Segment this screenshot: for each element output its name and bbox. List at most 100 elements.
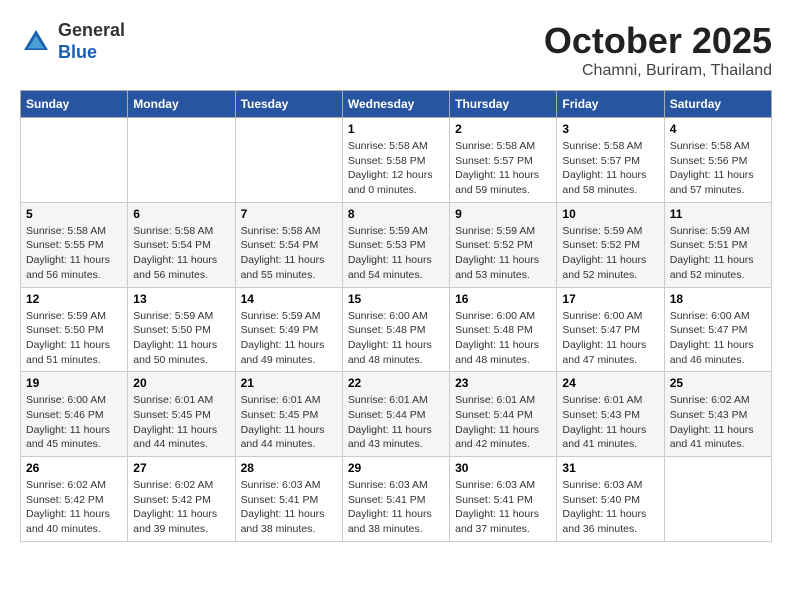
title-area: October 2025 Chamni, Buriram, Thailand	[544, 20, 772, 80]
day-number: 2	[455, 122, 551, 136]
day-info: Sunrise: 6:00 AM Sunset: 5:48 PM Dayligh…	[348, 309, 444, 368]
calendar-cell: 30 Sunrise: 6:03 AM Sunset: 5:41 PM Dayli…	[450, 457, 557, 542]
calendar-cell: 7 Sunrise: 5:58 AM Sunset: 5:54 PM Daylig…	[235, 202, 342, 287]
day-info: Sunrise: 5:58 AM Sunset: 5:57 PM Dayligh…	[562, 139, 658, 198]
day-number: 5	[26, 207, 122, 221]
day-info: Sunrise: 5:58 AM Sunset: 5:58 PM Dayligh…	[348, 139, 444, 198]
day-info: Sunrise: 5:59 AM Sunset: 5:52 PM Dayligh…	[455, 224, 551, 283]
calendar-cell: 15 Sunrise: 6:00 AM Sunset: 5:48 PM Dayli…	[342, 287, 449, 372]
day-info: Sunrise: 5:58 AM Sunset: 5:55 PM Dayligh…	[26, 224, 122, 283]
calendar-cell: 10 Sunrise: 5:59 AM Sunset: 5:52 PM Dayli…	[557, 202, 664, 287]
day-info: Sunrise: 6:00 AM Sunset: 5:46 PM Dayligh…	[26, 393, 122, 452]
calendar-week-4: 19 Sunrise: 6:00 AM Sunset: 5:46 PM Dayli…	[21, 372, 772, 457]
logo-general: General	[58, 20, 125, 40]
day-number: 23	[455, 376, 551, 390]
day-number: 8	[348, 207, 444, 221]
calendar-cell: 29 Sunrise: 6:03 AM Sunset: 5:41 PM Dayli…	[342, 457, 449, 542]
day-info: Sunrise: 5:58 AM Sunset: 5:56 PM Dayligh…	[670, 139, 766, 198]
day-number: 20	[133, 376, 229, 390]
logo: General Blue	[20, 20, 125, 63]
logo-icon	[20, 26, 52, 58]
calendar-cell: 5 Sunrise: 5:58 AM Sunset: 5:55 PM Daylig…	[21, 202, 128, 287]
calendar-cell: 12Sunrise: 5:59 AM Sunset: 5:50 PM Dayli…	[21, 287, 128, 372]
day-info: Sunrise: 5:59 AM Sunset: 5:50 PM Dayligh…	[133, 309, 229, 368]
day-number: 11	[670, 207, 766, 221]
calendar-cell: 4 Sunrise: 5:58 AM Sunset: 5:56 PM Daylig…	[664, 118, 771, 203]
calendar-cell: 26 Sunrise: 6:02 AM Sunset: 5:42 PM Dayli…	[21, 457, 128, 542]
calendar-cell: 25Sunrise: 6:02 AM Sunset: 5:43 PM Dayli…	[664, 372, 771, 457]
day-number: 15	[348, 292, 444, 306]
day-number: 21	[241, 376, 337, 390]
day-info: Sunrise: 5:58 AM Sunset: 5:57 PM Dayligh…	[455, 139, 551, 198]
day-number: 18	[670, 292, 766, 306]
day-number: 16	[455, 292, 551, 306]
day-info: Sunrise: 5:59 AM Sunset: 5:49 PM Dayligh…	[241, 309, 337, 368]
day-info: Sunrise: 5:58 AM Sunset: 5:54 PM Dayligh…	[133, 224, 229, 283]
day-info: Sunrise: 6:02 AM Sunset: 5:42 PM Dayligh…	[26, 478, 122, 537]
location-subtitle: Chamni, Buriram, Thailand	[544, 62, 772, 80]
calendar-cell: 21Sunrise: 6:01 AM Sunset: 5:45 PM Dayli…	[235, 372, 342, 457]
calendar-cell: 18 Sunrise: 6:00 AM Sunset: 5:47 PM Dayli…	[664, 287, 771, 372]
day-info: Sunrise: 5:59 AM Sunset: 5:52 PM Dayligh…	[562, 224, 658, 283]
day-number: 10	[562, 207, 658, 221]
calendar-cell: 14Sunrise: 5:59 AM Sunset: 5:49 PM Dayli…	[235, 287, 342, 372]
day-number: 3	[562, 122, 658, 136]
calendar-cell	[235, 118, 342, 203]
day-number: 29	[348, 461, 444, 475]
day-info: Sunrise: 5:59 AM Sunset: 5:53 PM Dayligh…	[348, 224, 444, 283]
day-number: 31	[562, 461, 658, 475]
calendar-week-5: 26 Sunrise: 6:02 AM Sunset: 5:42 PM Dayli…	[21, 457, 772, 542]
day-info: Sunrise: 6:02 AM Sunset: 5:43 PM Dayligh…	[670, 393, 766, 452]
day-number: 6	[133, 207, 229, 221]
calendar-cell: 23 Sunrise: 6:01 AM Sunset: 5:44 PM Dayli…	[450, 372, 557, 457]
weekday-header-thursday: Thursday	[450, 91, 557, 118]
calendar-cell: 28Sunrise: 6:03 AM Sunset: 5:41 PM Dayli…	[235, 457, 342, 542]
calendar-cell: 3 Sunrise: 5:58 AM Sunset: 5:57 PM Daylig…	[557, 118, 664, 203]
day-number: 24	[562, 376, 658, 390]
calendar-cell	[128, 118, 235, 203]
weekday-header-wednesday: Wednesday	[342, 91, 449, 118]
calendar-week-3: 12 Sunrise: 5:59 AM Sunset: 5:50 PM Dayli…	[21, 287, 772, 372]
calendar-week-1: 1 Sunrise: 5:58 AM Sunset: 5:58 PM Daylig…	[21, 118, 772, 203]
calendar-cell: 16 Sunrise: 6:00 AM Sunset: 5:48 PM Dayli…	[450, 287, 557, 372]
calendar-cell: 24 Sunrise: 6:01 AM Sunset: 5:43 PM Dayli…	[557, 372, 664, 457]
day-number: 27	[133, 461, 229, 475]
day-number: 9	[455, 207, 551, 221]
day-info: Sunrise: 6:01 AM Sunset: 5:43 PM Dayligh…	[562, 393, 658, 452]
calendar-cell: 6 Sunrise: 5:58 AM Sunset: 5:54 PM Daylig…	[128, 202, 235, 287]
month-title: October 2025	[544, 20, 772, 62]
logo-blue: Blue	[58, 42, 97, 62]
calendar-cell	[21, 118, 128, 203]
calendar-cell: 9 Sunrise: 5:59 AM Sunset: 5:52 PM Daylig…	[450, 202, 557, 287]
day-number: 7	[241, 207, 337, 221]
weekday-header-sunday: Sunday	[21, 91, 128, 118]
day-info: Sunrise: 6:03 AM Sunset: 5:41 PM Dayligh…	[348, 478, 444, 537]
calendar-cell: 8 Sunrise: 5:59 AM Sunset: 5:53 PM Daylig…	[342, 202, 449, 287]
day-number: 22	[348, 376, 444, 390]
day-info: Sunrise: 6:00 AM Sunset: 5:48 PM Dayligh…	[455, 309, 551, 368]
day-info: Sunrise: 6:02 AM Sunset: 5:42 PM Dayligh…	[133, 478, 229, 537]
day-number: 4	[670, 122, 766, 136]
calendar-cell: 27 Sunrise: 6:02 AM Sunset: 5:42 PM Dayli…	[128, 457, 235, 542]
day-number: 13	[133, 292, 229, 306]
calendar-cell	[664, 457, 771, 542]
day-info: Sunrise: 6:01 AM Sunset: 5:44 PM Dayligh…	[455, 393, 551, 452]
weekday-header-row: SundayMondayTuesdayWednesdayThursdayFrid…	[21, 91, 772, 118]
calendar-cell: 19 Sunrise: 6:00 AM Sunset: 5:46 PM Dayli…	[21, 372, 128, 457]
calendar-cell: 20Sunrise: 6:01 AM Sunset: 5:45 PM Dayli…	[128, 372, 235, 457]
day-number: 19	[26, 376, 122, 390]
day-number: 26	[26, 461, 122, 475]
weekday-header-saturday: Saturday	[664, 91, 771, 118]
day-number: 12	[26, 292, 122, 306]
day-info: Sunrise: 6:00 AM Sunset: 5:47 PM Dayligh…	[562, 309, 658, 368]
weekday-header-tuesday: Tuesday	[235, 91, 342, 118]
day-info: Sunrise: 6:03 AM Sunset: 5:40 PM Dayligh…	[562, 478, 658, 537]
calendar-week-2: 5 Sunrise: 5:58 AM Sunset: 5:55 PM Daylig…	[21, 202, 772, 287]
day-info: Sunrise: 6:03 AM Sunset: 5:41 PM Dayligh…	[455, 478, 551, 537]
day-info: Sunrise: 6:01 AM Sunset: 5:44 PM Dayligh…	[348, 393, 444, 452]
day-info: Sunrise: 5:58 AM Sunset: 5:54 PM Dayligh…	[241, 224, 337, 283]
day-info: Sunrise: 6:00 AM Sunset: 5:47 PM Dayligh…	[670, 309, 766, 368]
calendar-table: SundayMondayTuesdayWednesdayThursdayFrid…	[20, 90, 772, 542]
day-number: 1	[348, 122, 444, 136]
day-number: 30	[455, 461, 551, 475]
